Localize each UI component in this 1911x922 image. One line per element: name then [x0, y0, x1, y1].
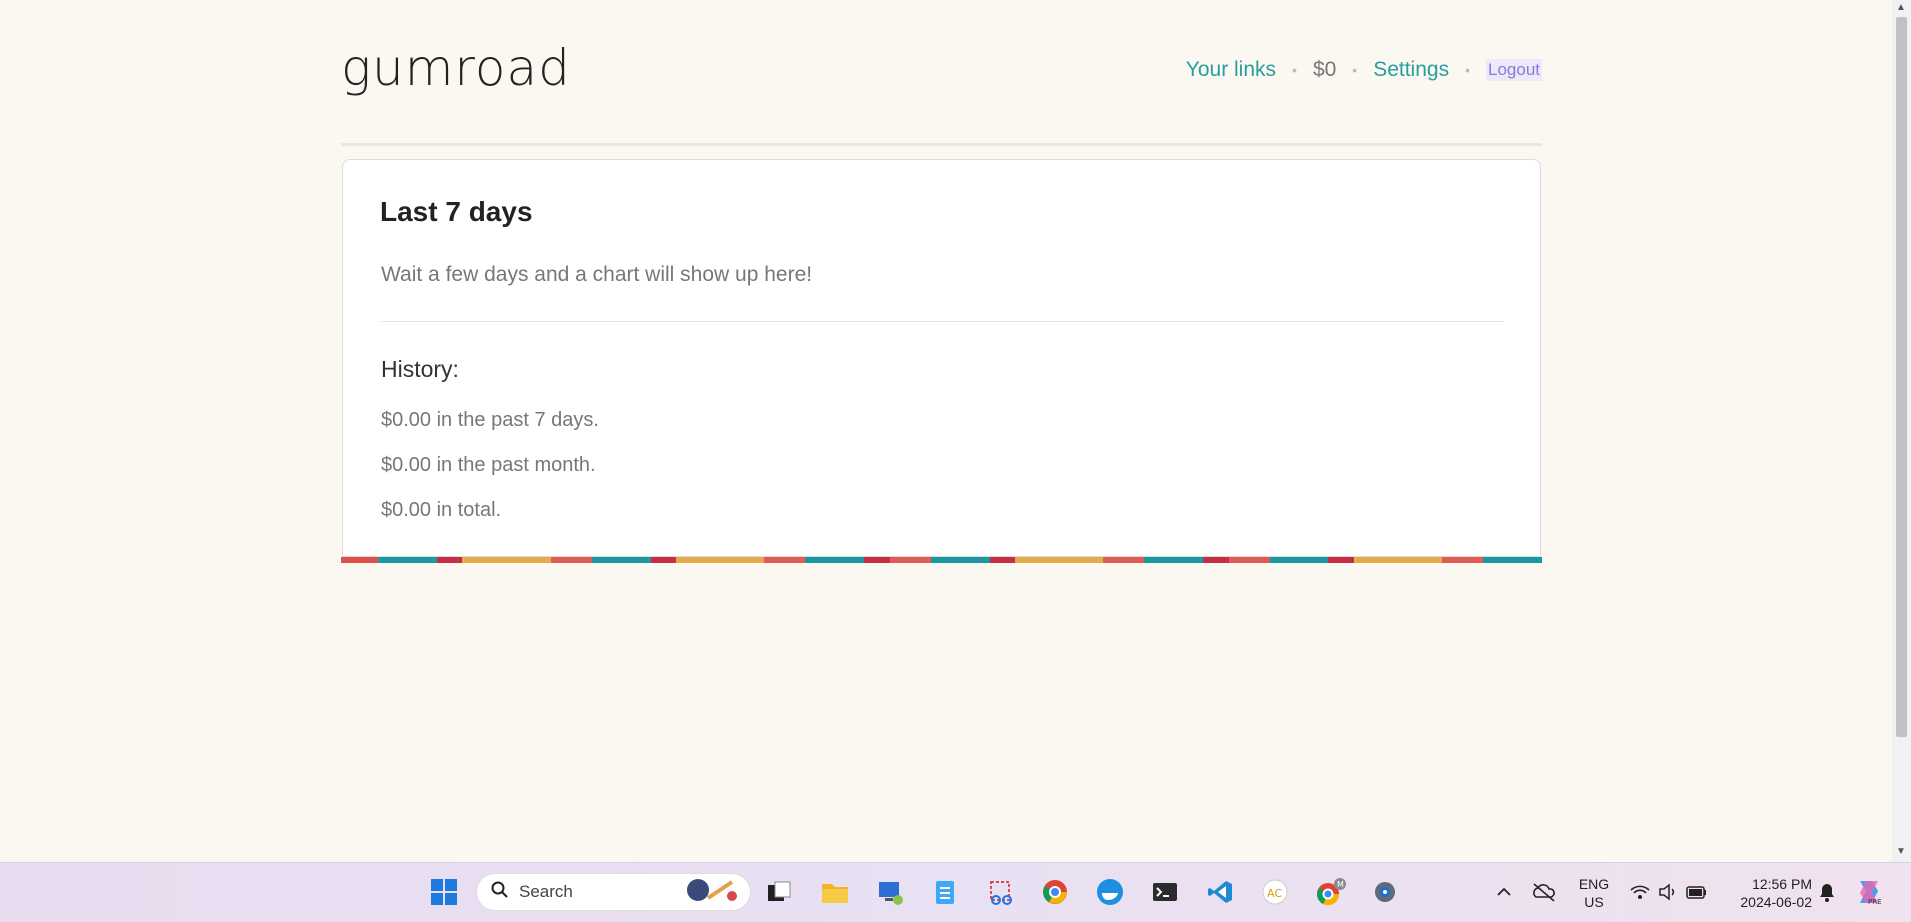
snipping-tool-icon[interactable] — [984, 875, 1018, 909]
search-highlight-icon — [682, 876, 738, 909]
svg-text:PRE: PRE — [1868, 898, 1882, 906]
search-placeholder: Search — [519, 882, 573, 901]
nav-separator: • — [1292, 62, 1297, 78]
logout-link[interactable]: Logout — [1486, 59, 1542, 81]
balance-link[interactable]: $0 — [1313, 58, 1336, 82]
region-label: US — [1584, 894, 1604, 910]
history-title: History: — [381, 356, 459, 382]
stripe-segment — [437, 557, 463, 563]
site-header: gumroad Your links • $0 • Settings • Log… — [341, 40, 1542, 110]
stripe-segment — [341, 557, 379, 563]
chrome-icon[interactable] — [1038, 875, 1072, 909]
battery-icon[interactable] — [1680, 875, 1714, 909]
stripe-segment — [378, 557, 437, 563]
onedrive-offline-icon[interactable] — [1527, 875, 1561, 909]
task-view-icon[interactable] — [762, 875, 796, 909]
acrobat-icon[interactable]: AC — [1258, 875, 1292, 909]
vscode-icon[interactable] — [1203, 875, 1237, 909]
top-nav: Your links • $0 • Settings • Logout — [1186, 58, 1542, 82]
svg-text:AC: AC — [1267, 887, 1282, 900]
scroll-down-arrow-icon[interactable]: ▼ — [1896, 846, 1906, 857]
stripe-segment — [864, 557, 890, 563]
nav-separator: • — [1352, 62, 1358, 78]
stripe-segment — [764, 557, 806, 563]
copilot-icon[interactable]: PRE — [1852, 875, 1886, 909]
nav-separator: • — [1465, 62, 1470, 78]
scrollbar-thumb[interactable] — [1896, 17, 1907, 737]
stripe-segment — [805, 557, 865, 563]
clock[interactable]: 12:56 PM 2024-06-02 — [1722, 875, 1812, 911]
svg-text:M: M — [1337, 880, 1344, 889]
card-color-stripe — [341, 557, 1543, 563]
stripe-segment — [676, 557, 765, 563]
scroll-up-arrow-icon[interactable]: ▲ — [1896, 2, 1906, 13]
stripe-segment — [650, 557, 677, 563]
stripe-segment — [591, 557, 651, 563]
stripe-segment — [1269, 557, 1329, 563]
stripe-segment — [1328, 557, 1354, 563]
time-label: 12:56 PM — [1752, 876, 1812, 892]
page-scrollbar[interactable]: ▲ ▼ — [1892, 0, 1911, 862]
stats-card: Last 7 days Wait a few days and a chart … — [342, 159, 1541, 557]
search-icon — [491, 881, 509, 904]
chrome-profile-icon[interactable]: M — [1313, 875, 1347, 909]
gumroad-logo[interactable]: gumroad — [341, 40, 571, 96]
stripe-segment — [550, 557, 592, 563]
windows-start-icon[interactable] — [427, 875, 461, 909]
history-line-month: $0.00 in the past month. — [381, 454, 596, 476]
stripe-segment — [1103, 557, 1145, 563]
stripe-segment — [1228, 557, 1270, 563]
your-links-link[interactable]: Your links — [1186, 58, 1276, 82]
stripe-segment — [1483, 557, 1543, 563]
date-label: 2024-06-02 — [1740, 894, 1812, 910]
card-divider — [381, 321, 1504, 322]
show-hidden-icons-chevron-icon[interactable] — [1487, 875, 1521, 909]
terminal-icon[interactable] — [1148, 875, 1182, 909]
notepad-icon[interactable] — [928, 875, 962, 909]
stripe-segment — [930, 557, 990, 563]
language-label: ENG — [1578, 876, 1610, 892]
page: gumroad Your links • $0 • Settings • Log… — [0, 0, 1892, 862]
stripe-segment — [989, 557, 1015, 563]
docker-icon[interactable] — [1093, 875, 1127, 909]
settings-link[interactable]: Settings — [1373, 58, 1449, 82]
input-language[interactable]: ENG US — [1574, 875, 1614, 911]
empty-chart-message: Wait a few days and a chart will show up… — [381, 263, 813, 286]
settings-icon[interactable] — [1368, 875, 1402, 909]
remote-desktop-icon[interactable] — [873, 875, 907, 909]
notification-bell-icon[interactable] — [1810, 875, 1844, 909]
history-line-7-days: $0.00 in the past 7 days. — [381, 409, 599, 431]
stripe-segment — [1203, 557, 1229, 563]
file-explorer-icon[interactable] — [818, 875, 852, 909]
taskbar-search-box[interactable]: Search — [476, 873, 751, 911]
stripe-segment — [1442, 557, 1484, 563]
stripe-segment — [1144, 557, 1204, 563]
stripe-segment — [1014, 557, 1104, 563]
card-title: Last 7 days — [380, 196, 533, 227]
stripe-segment — [462, 557, 551, 563]
header-divider — [341, 143, 1542, 146]
history-line-total: $0.00 in total. — [381, 499, 502, 521]
stripe-segment — [1353, 557, 1443, 563]
stripe-segment — [889, 557, 931, 563]
windows-taskbar: Search AC M ENG US 12:56 PM 2024-06-02 P… — [0, 862, 1911, 922]
